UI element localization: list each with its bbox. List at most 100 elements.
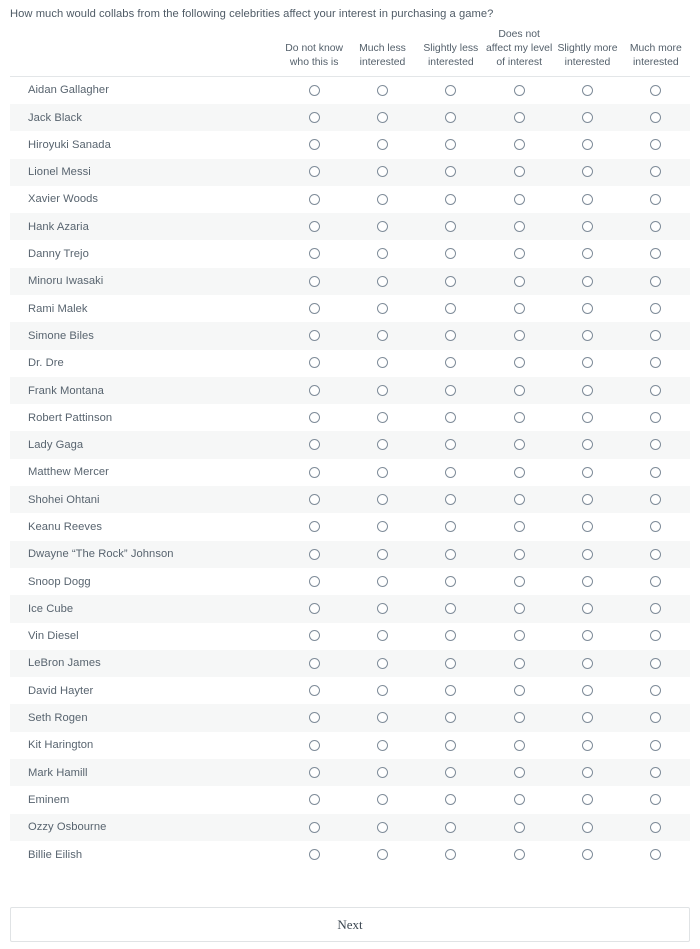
radio-button-icon[interactable]	[376, 466, 388, 478]
radio-cell-r0-c3[interactable]	[485, 76, 553, 104]
radio-cell-r23-c2[interactable]	[416, 704, 485, 732]
radio-button-icon[interactable]	[513, 466, 525, 478]
radio-cell-r17-c5[interactable]	[621, 540, 690, 568]
radio-button-icon[interactable]	[445, 384, 457, 396]
radio-button-icon[interactable]	[376, 739, 388, 751]
radio-button-icon[interactable]	[445, 603, 457, 615]
radio-cell-r12-c0[interactable]	[280, 404, 348, 431]
radio-cell-r8-c5[interactable]	[622, 295, 690, 322]
radio-cell-r12-c2[interactable]	[417, 404, 485, 431]
radio-button-icon[interactable]	[650, 548, 662, 560]
radio-button-icon[interactable]	[513, 739, 525, 751]
radio-button-icon[interactable]	[308, 493, 320, 505]
radio-button-icon[interactable]	[376, 84, 388, 96]
radio-button-icon[interactable]	[376, 766, 388, 778]
radio-cell-r19-c2[interactable]	[416, 595, 485, 623]
radio-button-icon[interactable]	[376, 139, 388, 151]
radio-cell-r21-c0[interactable]	[280, 649, 349, 678]
radio-cell-r11-c2[interactable]	[416, 376, 485, 405]
radio-cell-r1-c5[interactable]	[621, 103, 690, 132]
radio-button-icon[interactable]	[308, 603, 320, 615]
radio-cell-r26-c0[interactable]	[280, 786, 348, 813]
radio-cell-r13-c1[interactable]	[348, 431, 417, 459]
radio-button-icon[interactable]	[513, 302, 525, 314]
radio-button-icon[interactable]	[445, 275, 457, 287]
radio-button-icon[interactable]	[650, 330, 662, 342]
radio-cell-r17-c3[interactable]	[484, 540, 554, 568]
radio-cell-r15-c0[interactable]	[280, 486, 349, 514]
radio-cell-r3-c0[interactable]	[280, 158, 349, 186]
radio-cell-r28-c5[interactable]	[622, 841, 690, 868]
radio-cell-r14-c3[interactable]	[485, 459, 553, 486]
radio-cell-r12-c5[interactable]	[622, 404, 690, 431]
radio-button-icon[interactable]	[308, 384, 320, 396]
radio-button-icon[interactable]	[581, 630, 593, 642]
radio-button-icon[interactable]	[308, 657, 320, 669]
radio-button-icon[interactable]	[445, 493, 457, 505]
radio-cell-r28-c4[interactable]	[553, 841, 621, 868]
radio-cell-r8-c2[interactable]	[417, 295, 485, 322]
radio-button-icon[interactable]	[581, 248, 593, 260]
radio-cell-r19-c0[interactable]	[280, 595, 349, 623]
next-button[interactable]: Next	[10, 907, 690, 942]
radio-cell-r12-c3[interactable]	[485, 404, 553, 431]
radio-button-icon[interactable]	[650, 685, 662, 697]
radio-cell-r21-c2[interactable]	[416, 649, 485, 678]
radio-cell-r4-c1[interactable]	[348, 186, 416, 213]
radio-button-icon[interactable]	[445, 712, 457, 724]
radio-cell-r25-c5[interactable]	[621, 759, 690, 787]
radio-button-icon[interactable]	[513, 712, 525, 724]
radio-cell-r24-c5[interactable]	[622, 732, 690, 759]
radio-button-icon[interactable]	[445, 357, 457, 369]
radio-button-icon[interactable]	[581, 84, 593, 96]
radio-cell-r2-c4[interactable]	[553, 131, 621, 158]
radio-button-icon[interactable]	[650, 84, 662, 96]
radio-button-icon[interactable]	[376, 193, 388, 205]
radio-cell-r20-c1[interactable]	[348, 623, 416, 650]
radio-button-icon[interactable]	[650, 493, 662, 505]
radio-button-icon[interactable]	[376, 493, 388, 505]
radio-button-icon[interactable]	[445, 466, 457, 478]
radio-button-icon[interactable]	[581, 439, 593, 451]
radio-button-icon[interactable]	[308, 111, 320, 123]
radio-cell-r10-c2[interactable]	[417, 350, 485, 377]
radio-button-icon[interactable]	[581, 139, 593, 151]
radio-button-icon[interactable]	[581, 657, 593, 669]
radio-button-icon[interactable]	[650, 630, 662, 642]
radio-button-icon[interactable]	[581, 466, 593, 478]
radio-button-icon[interactable]	[513, 821, 525, 833]
radio-button-icon[interactable]	[650, 466, 662, 478]
radio-button-icon[interactable]	[513, 766, 525, 778]
radio-cell-r15-c1[interactable]	[348, 486, 417, 514]
radio-cell-r20-c4[interactable]	[553, 623, 621, 650]
radio-button-icon[interactable]	[650, 821, 662, 833]
radio-cell-r8-c0[interactable]	[280, 295, 348, 322]
radio-button-icon[interactable]	[513, 685, 525, 697]
radio-button-icon[interactable]	[376, 111, 388, 123]
radio-button-icon[interactable]	[308, 685, 320, 697]
radio-cell-r27-c3[interactable]	[484, 813, 554, 841]
radio-cell-r22-c5[interactable]	[622, 677, 690, 704]
radio-button-icon[interactable]	[650, 657, 662, 669]
radio-cell-r11-c5[interactable]	[621, 376, 690, 405]
radio-cell-r6-c3[interactable]	[485, 240, 553, 267]
radio-cell-r26-c3[interactable]	[485, 786, 553, 813]
radio-cell-r15-c2[interactable]	[416, 486, 485, 514]
radio-cell-r4-c4[interactable]	[553, 186, 621, 213]
radio-cell-r28-c2[interactable]	[417, 841, 485, 868]
radio-cell-r27-c4[interactable]	[553, 813, 622, 841]
radio-cell-r27-c2[interactable]	[416, 813, 485, 841]
radio-button-icon[interactable]	[513, 848, 525, 860]
radio-cell-r5-c2[interactable]	[416, 213, 485, 241]
radio-button-icon[interactable]	[445, 794, 457, 806]
radio-cell-r0-c1[interactable]	[348, 76, 416, 104]
radio-cell-r16-c5[interactable]	[622, 513, 690, 540]
radio-cell-r3-c2[interactable]	[416, 158, 485, 186]
radio-button-icon[interactable]	[308, 357, 320, 369]
radio-button-icon[interactable]	[308, 275, 320, 287]
radio-cell-r14-c4[interactable]	[553, 459, 621, 486]
radio-button-icon[interactable]	[513, 603, 525, 615]
radio-button-icon[interactable]	[445, 821, 457, 833]
radio-button-icon[interactable]	[376, 412, 388, 424]
radio-button-icon[interactable]	[513, 412, 525, 424]
